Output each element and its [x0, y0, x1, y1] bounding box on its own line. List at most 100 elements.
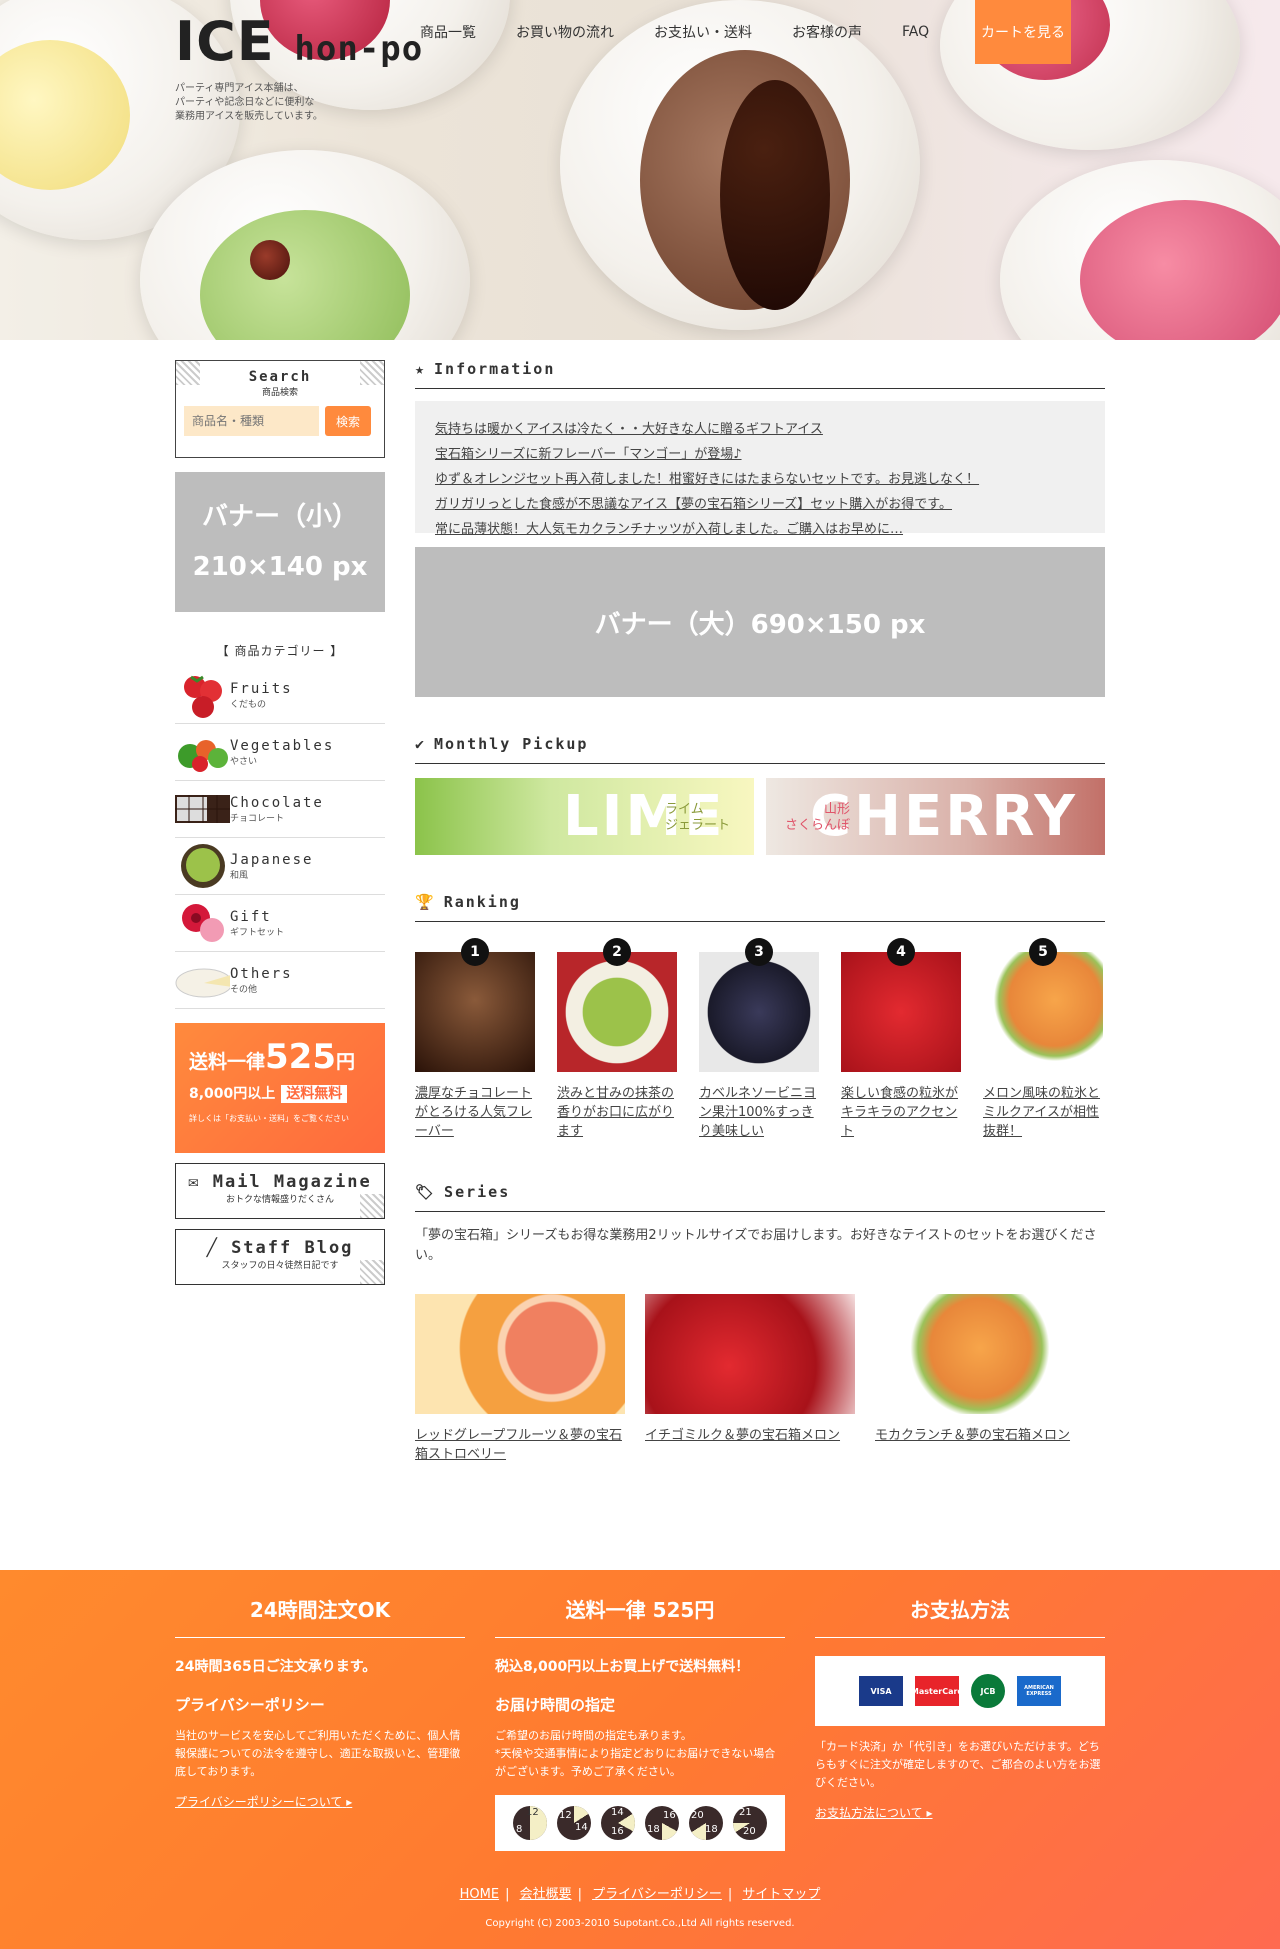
- ranking-image-matcha[interactable]: [557, 952, 677, 1072]
- jcb-icon: JCB: [971, 1674, 1005, 1708]
- visa-icon: VISA: [859, 1676, 903, 1706]
- ranking-link[interactable]: カベルネソービニヨン果汁100%すっきり美味しい: [699, 1084, 819, 1141]
- shipping-prefix: 送料一律: [189, 1051, 266, 1073]
- ranking-heading: 🏆 Ranking: [415, 893, 1105, 922]
- mail-title: Mail Magazine: [212, 1172, 372, 1192]
- footer-col-text: 当社のサービスを安心してご利用いただくために、個人情報保護についての法令を遵守し…: [175, 1729, 461, 1778]
- ranking-item[interactable]: 3 カベルネソービニヨン果汁100%すっきり美味しい: [699, 938, 819, 1141]
- copyright: Copyright (C) 2003-2010 Supotant.Co.,Ltd…: [485, 1918, 795, 1929]
- category-chocolate[interactable]: Chocolate チョコレート: [175, 781, 385, 838]
- category-label-jp: ギフトセット: [230, 927, 285, 938]
- large-banner[interactable]: バナー（大）690×150 px: [415, 547, 1105, 697]
- strawberry-icon: [175, 671, 230, 719]
- ranking-item[interactable]: 1 濃厚なチョコレートがとろける人気フレーバー: [415, 938, 535, 1141]
- shipping-note: 詳しくは「お支払い・送料」をご覧ください: [189, 1114, 349, 1123]
- series-item[interactable]: モカクランチ＆夢の宝石箱メロン: [875, 1294, 1085, 1464]
- pickup-cherry[interactable]: CHERRY 山形 さくらんぼ: [766, 778, 1105, 855]
- footer-col-title: 送料一律 525円: [495, 1594, 785, 1638]
- footer-col-payment: お支払方法 VISA MasterCard JCB AMERICAN EXPRE…: [815, 1594, 1105, 1851]
- ranking-image-grape[interactable]: [699, 952, 819, 1072]
- ranking-item[interactable]: 5 メロン風味の粒氷とミルクアイスが相性抜群！: [983, 938, 1103, 1141]
- series-link[interactable]: モカクランチ＆夢の宝石箱メロン: [875, 1426, 1085, 1445]
- footer-col-text: 「カード決済」か「代引き」をお選びいただけます。どちらもすぐに注文が確定しますの…: [815, 1740, 1101, 1789]
- shipping-price: 525: [265, 1037, 336, 1077]
- nav-customer-voice[interactable]: お客様の声: [792, 22, 862, 42]
- ranking-title: Ranking: [443, 893, 521, 911]
- footer-col-lead: 税込8,000円以上お買上げで送料無料！: [495, 1659, 750, 1675]
- search-input[interactable]: [184, 406, 319, 436]
- nav-products[interactable]: 商品一覧: [420, 22, 476, 42]
- series-image-strawberry[interactable]: [645, 1294, 855, 1414]
- footer-col-order: 24時間注文OK 24時間365日ご注文承ります。 プライバシーポリシー 当社の…: [175, 1594, 465, 1851]
- site-logo[interactable]: ICE hon-po: [175, 10, 423, 73]
- series-link[interactable]: レッドグレープフルーツ＆夢の宝石箱ストロベリー: [415, 1426, 625, 1464]
- payment-method-link-label: お支払方法について: [815, 1806, 923, 1820]
- footer-col-subtitle: お届け時間の指定: [495, 1696, 616, 1714]
- clock-icon: 20 18: [689, 1806, 723, 1840]
- footer-link-company[interactable]: 会社概要: [520, 1887, 572, 1902]
- series-image-melon[interactable]: [875, 1294, 1085, 1414]
- category-others[interactable]: Others その他: [175, 952, 385, 1009]
- footer-col-subtitle: プライバシーポリシー: [175, 1696, 325, 1714]
- info-link[interactable]: 常に品薄状態！大人気モカクランチナッツが入荷しました。ご購入はお早めに…: [435, 517, 1085, 542]
- category-vegetables[interactable]: Vegetables やさい: [175, 724, 385, 781]
- ranking-image-melon[interactable]: [983, 952, 1103, 1072]
- category-gift[interactable]: Gift ギフトセット: [175, 895, 385, 952]
- payment-method-link[interactable]: お支払方法について ▸: [815, 1804, 1105, 1821]
- matcha-icon: [175, 842, 230, 890]
- privacy-policy-link[interactable]: プライバシーポリシーについて ▸: [175, 1793, 465, 1810]
- series-heading: 🏷 Series: [415, 1183, 1105, 1212]
- pen-icon: ╱: [206, 1238, 219, 1258]
- series-image-grapefruit[interactable]: [415, 1294, 625, 1414]
- ranking-link[interactable]: 楽しい食感の粒氷がキラキラのアクセント: [841, 1084, 961, 1141]
- mail-icon: ✉: [188, 1172, 201, 1192]
- ranking-item[interactable]: 2 渋みと甘みの抹茶の香りがお口に広がります: [557, 938, 677, 1141]
- series-item[interactable]: イチゴミルク＆夢の宝石箱メロン: [645, 1294, 855, 1464]
- nav-shopping-flow[interactable]: お買い物の流れ: [516, 22, 614, 42]
- blog-title: Staff Blog: [231, 1238, 354, 1258]
- mastercard-icon: MasterCard: [911, 1676, 963, 1706]
- info-link[interactable]: ゆず＆オレンジセット再入荷しました！柑蜜好きにはたまらないセットです。お見逃しな…: [435, 467, 1085, 492]
- ranking-link[interactable]: 渋みと甘みの抹茶の香りがお口に広がります: [557, 1084, 677, 1141]
- ranking-image-strawberry[interactable]: [841, 952, 961, 1072]
- nav-payment-shipping[interactable]: お支払い・送料: [654, 22, 752, 42]
- mail-magazine-link[interactable]: ✉ Mail Magazine おトクな情報盛りだくさん: [175, 1163, 385, 1219]
- cheese-icon: [175, 956, 230, 1004]
- staff-blog-link[interactable]: ╱ Staff Blog スタッフの日々徒然日記です: [175, 1229, 385, 1285]
- footer-link-privacy[interactable]: プライバシーポリシー: [592, 1887, 722, 1902]
- series-item[interactable]: レッドグレープフルーツ＆夢の宝石箱ストロベリー: [415, 1294, 625, 1464]
- nav-faq[interactable]: FAQ: [902, 24, 929, 40]
- clock-icon: 16 18: [645, 1806, 679, 1840]
- info-link[interactable]: ガリガリっとした食感が不思議なアイス【夢の宝石箱シリーズ】セット購入がお得です。: [435, 492, 1085, 517]
- information-list: 気持ちは暖かくアイスは冷たく・・大好きな人に贈るギフトアイス 宝石箱シリーズに新…: [415, 401, 1105, 537]
- series-link[interactable]: イチゴミルク＆夢の宝石箱メロン: [645, 1426, 855, 1445]
- category-label-en: Others: [230, 965, 293, 982]
- shipping-banner[interactable]: 送料一律525円 8,000円以上 送料無料 詳しくは「お支払い・送料」をご覧くだ…: [175, 1023, 385, 1153]
- vegetables-icon: [175, 728, 230, 776]
- footer-link-sitemap[interactable]: サイトマップ: [742, 1887, 820, 1902]
- category-label-en: Fruits: [230, 680, 293, 697]
- info-link[interactable]: 宝石箱シリーズに新フレーバー「マンゴー」が登場♪: [435, 442, 1085, 467]
- shipping-condition: 8,000円以上: [189, 1086, 276, 1102]
- blog-subtitle: スタッフの日々徒然日記です: [221, 1261, 339, 1271]
- category-fruits[interactable]: Fruits くだもの: [175, 667, 385, 724]
- search-title: Search: [248, 369, 312, 385]
- small-banner[interactable]: バナー（小） 210×140 px: [175, 472, 385, 612]
- info-link[interactable]: 気持ちは暖かくアイスは冷たく・・大好きな人に贈るギフトアイス: [435, 417, 1085, 442]
- ranking-link[interactable]: メロン風味の粒氷とミルクアイスが相性抜群！: [983, 1084, 1103, 1141]
- ranking-number: 2: [603, 938, 631, 966]
- category-list: Fruits くだもの Vegetables やさい Chocolate チョコレート…: [175, 667, 385, 1009]
- cart-button[interactable]: カートを見る: [975, 0, 1071, 64]
- footer-col-lead: 24時間365日ご注文承ります。: [175, 1659, 377, 1675]
- hero-image: ICE hon-po パーティ専門アイス本舗は、 パーティや記念日などに便利な …: [0, 0, 1280, 340]
- stripe-decoration: [360, 1260, 384, 1284]
- pickup-lime[interactable]: LIME ライム ジェラート: [415, 778, 754, 855]
- search-button[interactable]: 検索: [325, 406, 371, 436]
- stripe-decoration: [176, 361, 200, 385]
- footer-link-home[interactable]: HOME: [460, 1887, 499, 1902]
- ranking-link[interactable]: 濃厚なチョコレートがとろける人気フレーバー: [415, 1084, 535, 1141]
- ranking-item[interactable]: 4 楽しい食感の粒氷がキラキラのアクセント: [841, 938, 961, 1141]
- ranking-image-chocolate[interactable]: [415, 952, 535, 1072]
- category-japanese[interactable]: Japanese 和風: [175, 838, 385, 895]
- delivery-time-clocks: 12 8 12 14 14 16 16 18 20 18 21 20: [495, 1795, 785, 1851]
